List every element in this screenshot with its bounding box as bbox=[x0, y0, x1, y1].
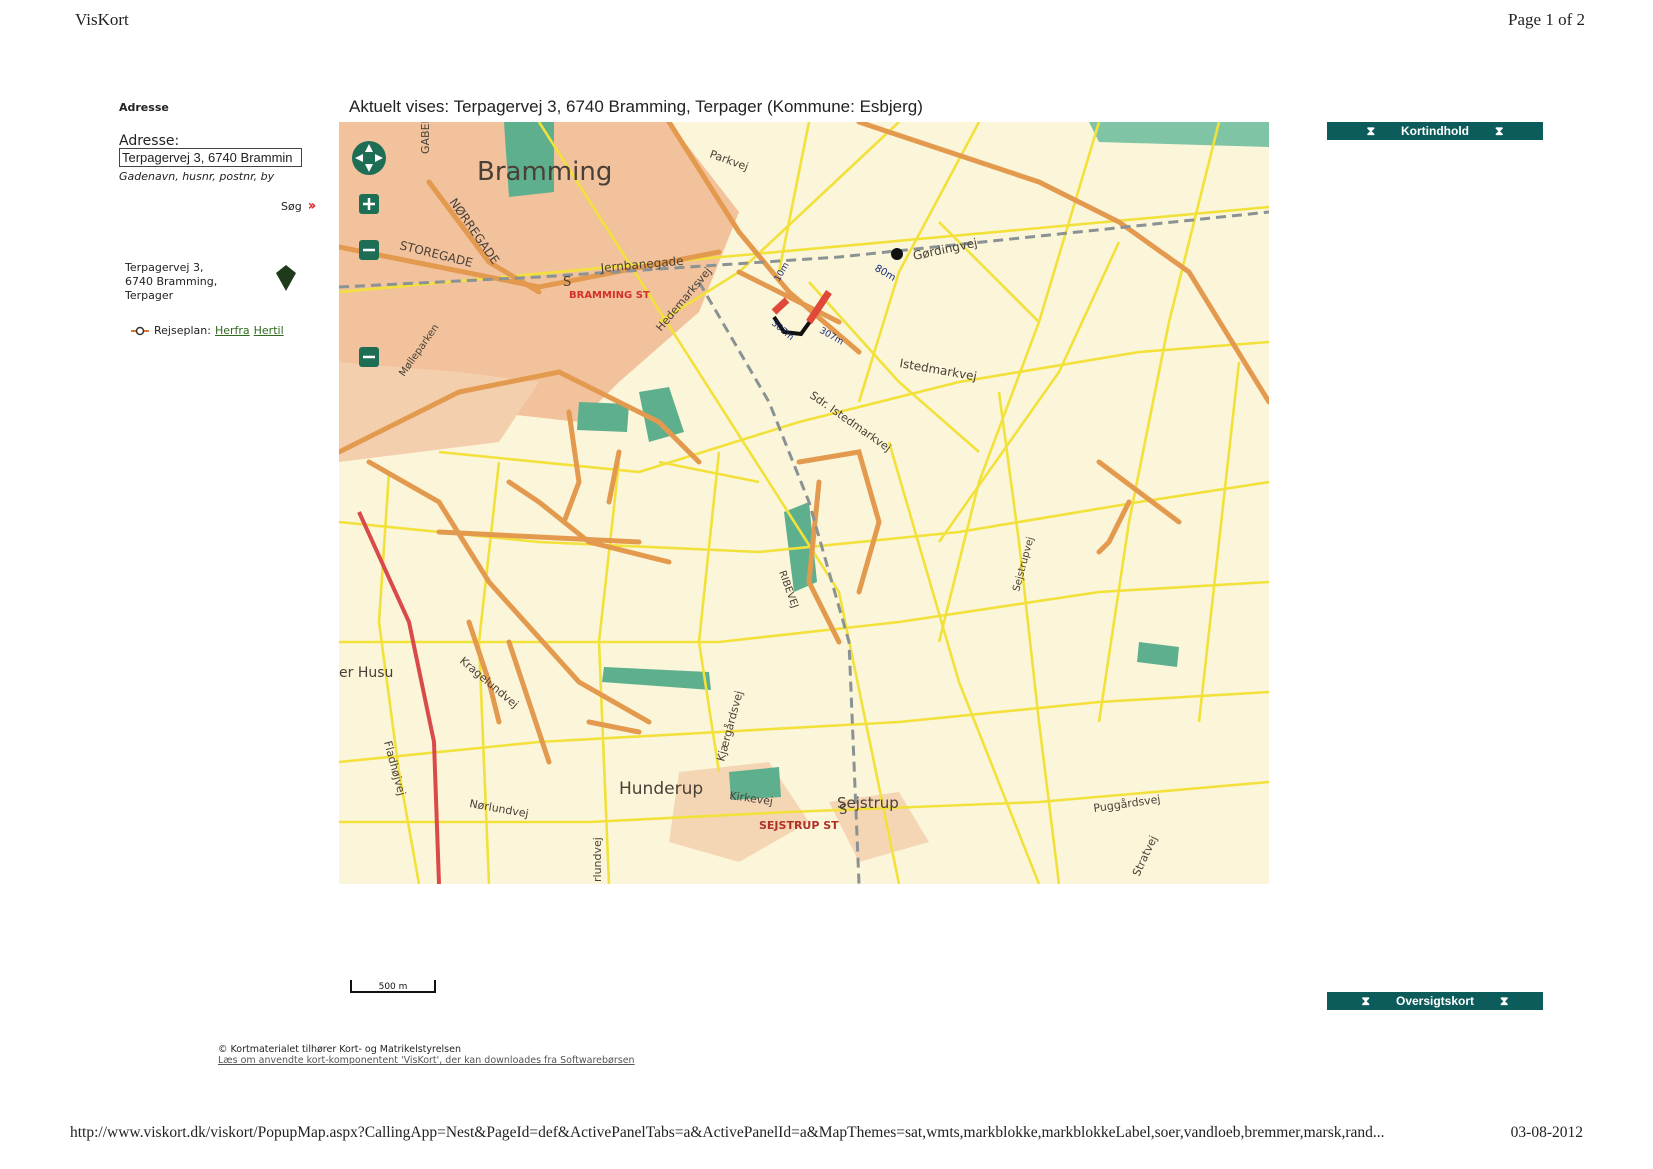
travel-to-link[interactable]: Hertil bbox=[254, 324, 284, 337]
panel-label: Oversigtskort bbox=[1395, 994, 1475, 1008]
app-title: VisKort bbox=[75, 10, 129, 29]
sidebar-heading: Adresse bbox=[119, 101, 169, 114]
station-symbol: S bbox=[839, 803, 847, 818]
zoom-level-marker[interactable] bbox=[359, 240, 379, 260]
collapse-icon: ⧗ bbox=[1494, 123, 1504, 138]
road-label: er Husu bbox=[339, 665, 393, 681]
page-indicator: Page 1 of 2 bbox=[1508, 10, 1585, 29]
panel-toggle-kortindhold[interactable]: ⧗ Kortindhold ⧗ bbox=[1327, 122, 1543, 140]
scale-bar: 500 m bbox=[350, 980, 436, 993]
station-label: BRAMMING ST bbox=[569, 290, 650, 301]
map-title: Aktuelt vises: Terpagervej 3, 6740 Bramm… bbox=[349, 97, 923, 116]
panel-label: Kortindhold bbox=[1401, 124, 1469, 138]
collapse-icon: ⧗ bbox=[1366, 123, 1375, 138]
result-line: 6740 Bramming, bbox=[125, 275, 218, 288]
scale-label: 500 m bbox=[379, 982, 408, 992]
road-label: GABEL bbox=[419, 122, 432, 154]
search-result[interactable]: Terpagervej 3, 6740 Bramming, Terpager bbox=[125, 261, 245, 303]
copyright-notice: © Kortmaterialet tilhører Kort- og Matri… bbox=[218, 1044, 635, 1066]
location-pin-icon bbox=[891, 248, 903, 260]
travel-planner: Rejseplan: Herfra Hertil bbox=[130, 324, 284, 337]
location-pin-icon[interactable] bbox=[275, 264, 297, 292]
result-line: Terpagervej 3, bbox=[125, 261, 204, 274]
footer-date: 03-08-2012 bbox=[1510, 1124, 1583, 1141]
map-canvas[interactable]: Bramming Hunderup Sejstrup BRAMMING ST S… bbox=[339, 122, 1269, 884]
result-line: Terpager bbox=[125, 289, 174, 302]
station-label: SEJSTRUP ST bbox=[759, 819, 839, 832]
software-link[interactable]: Læs om anvendte kort-komponentent 'VisKo… bbox=[218, 1055, 635, 1066]
town-label: Bramming bbox=[477, 157, 612, 187]
expand-icon: ⧗ bbox=[1500, 993, 1509, 1008]
forest-area bbox=[577, 402, 629, 432]
road-label: rlundvej bbox=[591, 837, 604, 882]
address-hint: Gadenavn, husnr, postnr, by bbox=[119, 170, 275, 183]
town-label: Hunderup bbox=[619, 779, 703, 799]
travel-from-link[interactable]: Herfra bbox=[215, 324, 250, 337]
map-pan-control[interactable] bbox=[352, 141, 386, 175]
search-label: Søg bbox=[281, 199, 302, 213]
travel-label: Rejseplan: bbox=[154, 324, 211, 337]
address-label: Adresse: bbox=[119, 133, 180, 149]
search-button[interactable]: Søg ›› bbox=[281, 198, 316, 214]
copyright-line: © Kortmaterialet tilhører Kort- og Matri… bbox=[218, 1044, 462, 1055]
zoom-in-button[interactable] bbox=[359, 194, 379, 214]
station-symbol: S bbox=[563, 275, 571, 290]
address-input[interactable]: Terpagervej 3, 6740 Brammin bbox=[119, 148, 302, 167]
double-chevron-right-icon: ›› bbox=[307, 198, 316, 214]
zoom-out-button[interactable] bbox=[359, 347, 379, 367]
footer-url: http://www.viskort.dk/viskort/PopupMap.a… bbox=[70, 1124, 1385, 1141]
travel-route-icon bbox=[131, 326, 149, 335]
expand-icon: ⧗ bbox=[1361, 993, 1370, 1008]
panel-toggle-oversigtskort[interactable]: ⧗ Oversigtskort ⧗ bbox=[1327, 992, 1543, 1010]
